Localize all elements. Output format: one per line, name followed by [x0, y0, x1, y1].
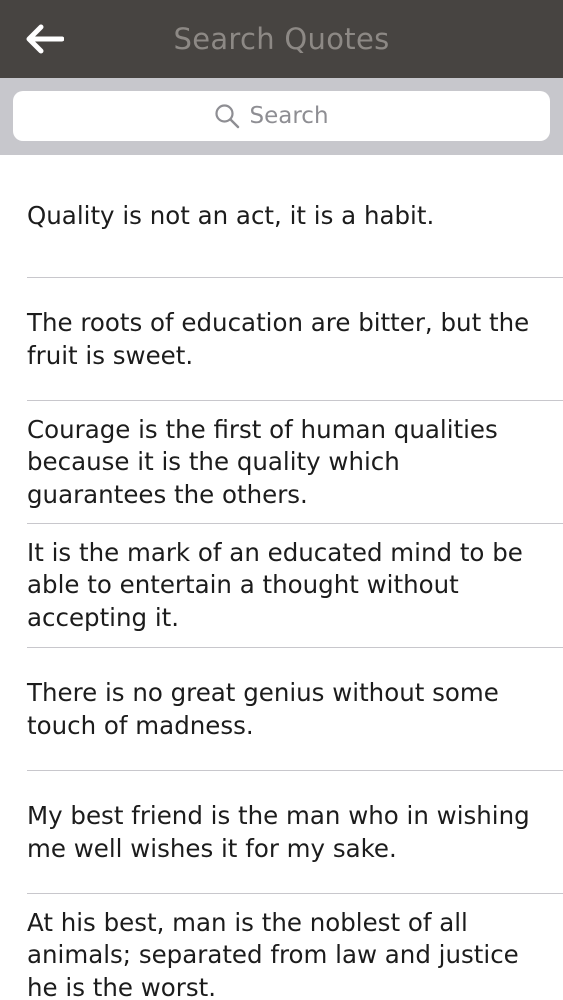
search-bar	[0, 78, 563, 155]
search-icon	[214, 103, 240, 129]
quote-text: At his best, man is the noblest of all a…	[27, 907, 519, 1000]
quote-text: It is the mark of an educated mind to be…	[27, 537, 523, 632]
list-item[interactable]: Courage is the first of human qualities …	[0, 401, 563, 524]
page-title: Search Quotes	[173, 22, 390, 56]
search-field[interactable]	[13, 91, 550, 141]
list-item[interactable]: The roots of education are bitter, but t…	[0, 278, 563, 401]
quote-text: The roots of education are bitter, but t…	[27, 308, 530, 370]
quote-text: Courage is the first of human qualities …	[27, 414, 498, 509]
list-item[interactable]: My best friend is the man who in wishing…	[0, 771, 563, 894]
quote-text: My best friend is the man who in wishing…	[27, 801, 530, 863]
back-button[interactable]	[14, 14, 74, 64]
list-item[interactable]: At his best, man is the noblest of all a…	[0, 894, 563, 1000]
list-item[interactable]: Quality is not an act, it is a habit.	[0, 155, 563, 278]
navigation-bar: Search Quotes	[0, 0, 563, 78]
search-input[interactable]	[249, 103, 350, 129]
arrow-left-icon	[26, 24, 64, 54]
list-item[interactable]: There is no great genius without some to…	[0, 648, 563, 771]
list-item[interactable]: It is the mark of an educated mind to be…	[0, 524, 563, 647]
quote-text: There is no great genius without some to…	[27, 678, 499, 740]
quote-text: Quality is not an act, it is a habit.	[27, 201, 435, 231]
